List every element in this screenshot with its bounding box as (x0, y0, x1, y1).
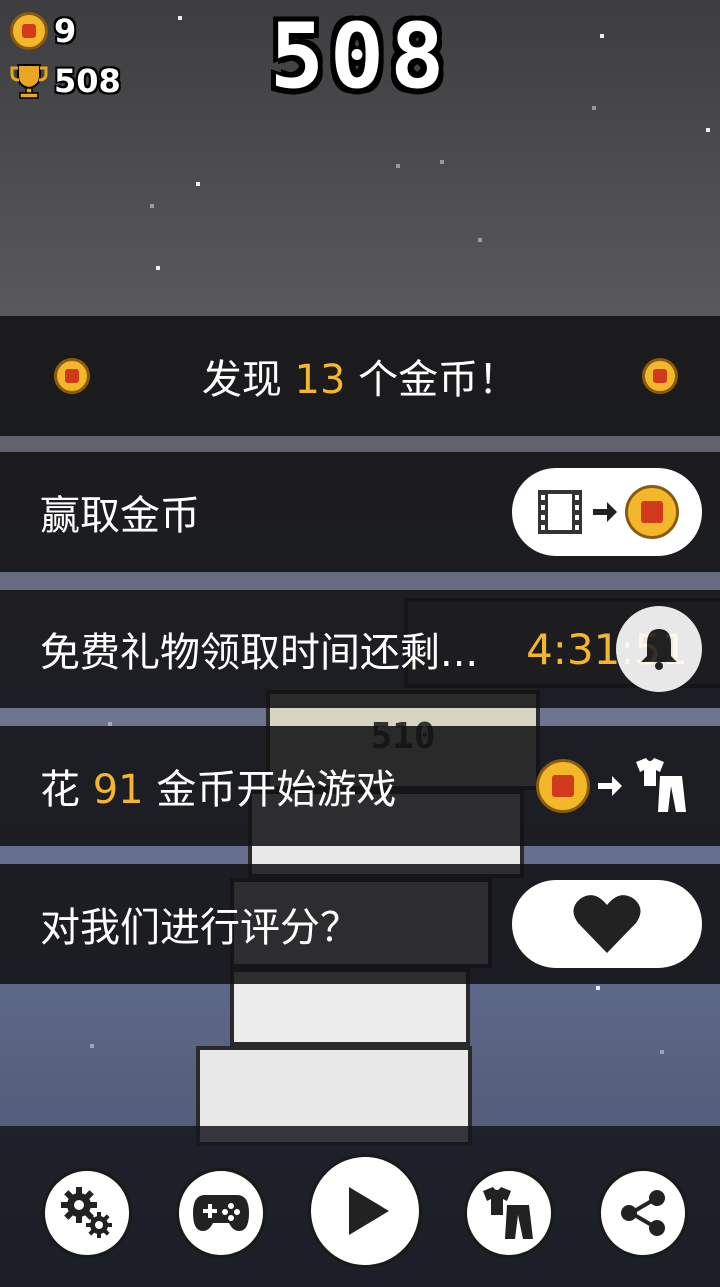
found-coins-text: 发现 13 个金币！ (0, 347, 720, 405)
shirt-pants-icon (483, 1187, 533, 1239)
found-prefix: 发现 (201, 357, 282, 403)
arrow-right-icon (598, 776, 622, 796)
share-icon (621, 1190, 665, 1236)
heart-icon (573, 895, 641, 953)
bell-icon (641, 629, 677, 670)
star (396, 164, 400, 168)
play-button[interactable] (308, 1154, 422, 1268)
star (90, 1044, 94, 1048)
found-coins-banner: 发现 13 个金币！ (0, 316, 720, 436)
free-gift-label: 免费礼物领取时间还剩... (40, 630, 479, 676)
spend-coins-row[interactable]: 花 91 金币开始游戏 (0, 726, 720, 846)
star (150, 204, 154, 208)
spend-coins-button[interactable] (536, 756, 690, 816)
coin-icon (642, 358, 678, 394)
shirt-pants-icon (636, 758, 686, 812)
spend-prefix: 花 (40, 767, 80, 813)
rate-row[interactable]: 对我们进行评分？ (0, 864, 720, 984)
current-score: 508 (269, 4, 451, 109)
gears-icon (61, 1187, 112, 1238)
wardrobe-button[interactable] (464, 1168, 554, 1258)
spend-coins-label: 花 91 金币开始游戏 (40, 757, 396, 815)
free-gift-row[interactable]: 免费礼物领取时间还剩... 4:31:51 (0, 590, 720, 708)
coin-icon (536, 759, 590, 813)
notify-button[interactable] (616, 606, 702, 692)
watch-video-button[interactable] (512, 468, 702, 556)
rate-label: 对我们进行评分？ (40, 905, 360, 951)
rate-button[interactable] (512, 880, 702, 968)
found-count: 13 (294, 357, 346, 403)
star (706, 128, 710, 132)
coin-icon (625, 485, 679, 539)
earn-coins-row[interactable]: 赢取金币 (0, 452, 720, 572)
star (660, 1050, 664, 1054)
play-icon (349, 1187, 389, 1235)
star (478, 238, 482, 242)
found-suffix: 个金币！ (358, 357, 519, 403)
spend-suffix: 金币开始游戏 (156, 767, 397, 813)
star (156, 266, 160, 270)
settings-button[interactable] (42, 1168, 132, 1258)
star (196, 182, 200, 186)
star (596, 986, 600, 990)
film-icon (538, 490, 582, 534)
spend-amount: 91 (92, 767, 144, 813)
earn-coins-label: 赢取金币 (40, 493, 200, 539)
gamepad-icon (193, 1195, 249, 1231)
share-button[interactable] (598, 1168, 688, 1258)
star (440, 160, 444, 164)
game-services-button[interactable] (176, 1168, 266, 1258)
arrow-right-icon (593, 502, 617, 522)
